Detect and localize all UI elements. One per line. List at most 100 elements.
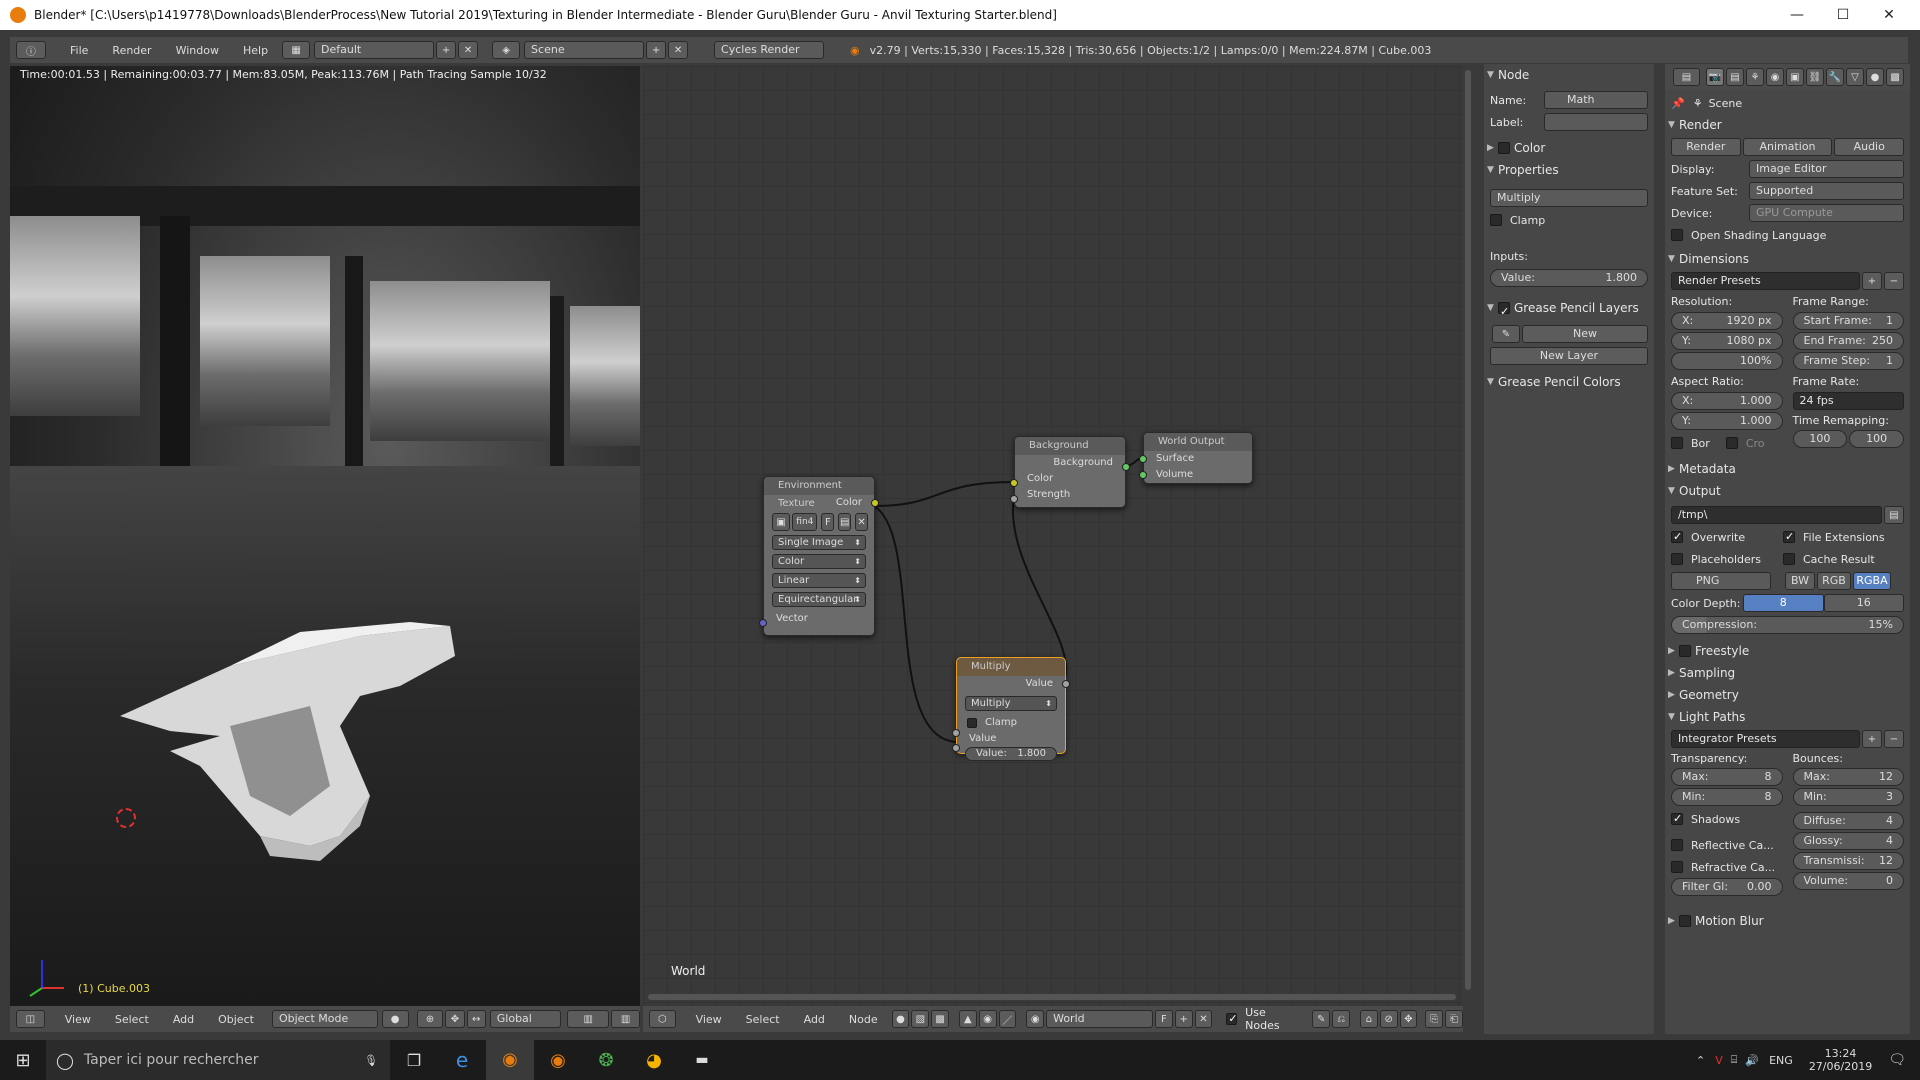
clock[interactable]: 13:24 27/06/2019 (1809, 1047, 1872, 1073)
properties-section-header[interactable]: Properties (1484, 159, 1654, 181)
transparency-max-field[interactable]: Max: 8 (1671, 768, 1783, 786)
depth-8-button[interactable]: 8 (1743, 594, 1824, 612)
render-tab-icon[interactable]: 📷 (1705, 68, 1724, 86)
menu-add[interactable]: Add (792, 1013, 837, 1026)
gp-colors-section-header[interactable]: Grease Pencil Colors (1484, 371, 1654, 393)
render-layers-tab-icon[interactable]: ▤ (1725, 68, 1744, 86)
add-layout-icon[interactable]: + (436, 41, 457, 59)
world-tab-icon[interactable]: ◉ (1765, 68, 1784, 86)
animation-button[interactable]: Animation (1742, 138, 1833, 156)
screen-layout-field[interactable]: Default (314, 41, 435, 59)
display-select[interactable]: Image Editor (1749, 160, 1904, 178)
shader-nodes-icon[interactable]: ● (891, 1010, 910, 1028)
rgba-button[interactable]: RGBA (1853, 572, 1891, 590)
tray-antivirus-icon[interactable]: V (1715, 1054, 1723, 1067)
node-name-field[interactable]: Math (1544, 91, 1648, 109)
browse-folder-icon[interactable]: ▤ (1884, 506, 1904, 524)
menu-select[interactable]: Select (103, 1013, 161, 1026)
crop-checkbox[interactable] (1725, 437, 1738, 449)
render-button[interactable]: Render (1671, 138, 1741, 156)
compression-slider[interactable]: Compression: 15% (1671, 616, 1904, 634)
osl-checkbox[interactable] (1671, 229, 1683, 241)
output-socket-value[interactable] (1062, 680, 1070, 688)
remove-scene-icon[interactable]: ✕ (668, 41, 689, 59)
aspect-x-field[interactable]: X: 1.000 (1671, 392, 1783, 410)
interpolation-select[interactable]: Linear (772, 573, 866, 588)
layers-icon[interactable]: ▥ (567, 1010, 610, 1028)
menu-view[interactable]: View (53, 1013, 103, 1026)
res-percent-field[interactable]: 100% (1671, 352, 1783, 370)
orientation-select[interactable]: Global (489, 1010, 562, 1028)
layers2-icon[interactable]: ▥ (611, 1010, 641, 1028)
world-fake-user-button[interactable]: F (1155, 1010, 1173, 1028)
object-shader-icon[interactable]: ▲ (958, 1010, 977, 1028)
file-format-select[interactable]: PNG (1671, 572, 1771, 590)
snap-mode-icon[interactable]: ✥ (1399, 1010, 1418, 1028)
menu-view[interactable]: View (684, 1013, 734, 1026)
input-socket-vector[interactable] (759, 619, 767, 627)
color-space-select[interactable]: Color (772, 554, 866, 569)
gp-layers-checkbox[interactable] (1498, 301, 1510, 323)
frame-step-field[interactable]: Frame Step: 1 (1792, 352, 1904, 370)
glossy-bounces-field[interactable]: Glossy: 4 (1792, 832, 1904, 850)
metadata-section-header[interactable]: Metadata (1665, 458, 1910, 480)
menu-window[interactable]: Window (164, 44, 231, 57)
res-x-field[interactable]: X: 1920 px (1671, 312, 1783, 330)
sampling-section-header[interactable]: Sampling (1665, 662, 1910, 684)
horizontal-scrollbar[interactable] (648, 994, 1456, 1000)
snap-target-icon[interactable]: ⊘ (1379, 1010, 1398, 1028)
remap-old-field[interactable]: 100 (1792, 430, 1848, 448)
shadows-checkbox[interactable] (1671, 812, 1683, 825)
world-add-icon[interactable]: + (1174, 1010, 1193, 1028)
input-socket-volume[interactable] (1139, 471, 1147, 479)
add-scene-icon[interactable]: + (646, 41, 667, 59)
3d-viewport[interactable]: (1) Cube.003 (10, 66, 640, 1006)
light-paths-section-header[interactable]: Light Paths (1665, 706, 1910, 728)
anvil-model[interactable] (110, 556, 470, 876)
menu-file[interactable]: File (58, 44, 100, 57)
image-unlink-icon[interactable]: ✕ (855, 513, 868, 531)
editor-type-properties-icon[interactable]: ▤ (1673, 68, 1700, 86)
freestyle-checkbox[interactable] (1679, 645, 1691, 657)
image-open-icon[interactable]: ▤ (838, 513, 852, 531)
volume-bounces-field[interactable]: Volume: 0 (1792, 872, 1904, 890)
scene-tab-icon[interactable]: ⚘ (1745, 68, 1764, 86)
depth-16-button[interactable]: 16 (1823, 594, 1904, 612)
microphone-icon[interactable]: 🎙 (364, 1054, 378, 1067)
background-node[interactable]: Background Background Color Strength (1010, 436, 1130, 508)
tray-chevron-icon[interactable]: ⌃ (1696, 1054, 1705, 1067)
input-socket-surface[interactable] (1139, 455, 1147, 463)
volume-icon[interactable]: 🔊 (1745, 1054, 1759, 1067)
app-green-icon[interactable]: ❂ (582, 1050, 630, 1071)
res-y-field[interactable]: Y: 1080 px (1671, 332, 1783, 350)
editor-type-info-icon[interactable]: ⓘ (16, 41, 46, 59)
dimensions-section-header[interactable]: Dimensions (1665, 248, 1910, 270)
input-socket-strength[interactable] (1010, 495, 1018, 503)
multiply-math-node[interactable]: Multiply Value Multiply Clamp Value Valu… (952, 657, 1070, 761)
menu-help[interactable]: Help (231, 44, 280, 57)
blender-taskbar-icon[interactable]: ◉ (486, 1040, 534, 1080)
node-label-field[interactable] (1544, 113, 1648, 131)
material-tab-icon[interactable]: ● (1866, 68, 1885, 86)
diffuse-bounces-field[interactable]: Diffuse: 4 (1792, 812, 1904, 830)
linestyle-icon[interactable]: ／ (998, 1010, 1017, 1028)
input-value-field[interactable]: Value: 1.800 (1490, 269, 1648, 287)
render-section-header[interactable]: Render (1665, 114, 1910, 136)
chrome-icon[interactable]: ◕ (630, 1050, 678, 1071)
world-shader-icon[interactable]: ◉ (978, 1010, 997, 1028)
menu-object[interactable]: Object (206, 1013, 266, 1026)
overwrite-checkbox[interactable] (1671, 530, 1683, 543)
output-socket-color[interactable] (871, 499, 879, 507)
render-presets-select[interactable]: Render Presets (1671, 272, 1860, 290)
rgb-button[interactable]: RGB (1817, 572, 1851, 590)
aspect-y-field[interactable]: Y: 1.000 (1671, 412, 1783, 430)
output-socket-background[interactable] (1122, 463, 1130, 471)
input-socket-value[interactable] (952, 729, 960, 737)
world-browse-icon[interactable]: ◉ (1026, 1010, 1045, 1028)
render-engine-select[interactable]: Cycles Render (714, 41, 825, 59)
world-output-node[interactable]: World Output Surface Volume (1139, 432, 1253, 484)
shading-icon[interactable]: ● (381, 1010, 409, 1028)
vertical-scrollbar[interactable] (1465, 70, 1471, 990)
feature-set-select[interactable]: Supported (1749, 182, 1904, 200)
clamp-checkbox[interactable] (967, 718, 977, 728)
